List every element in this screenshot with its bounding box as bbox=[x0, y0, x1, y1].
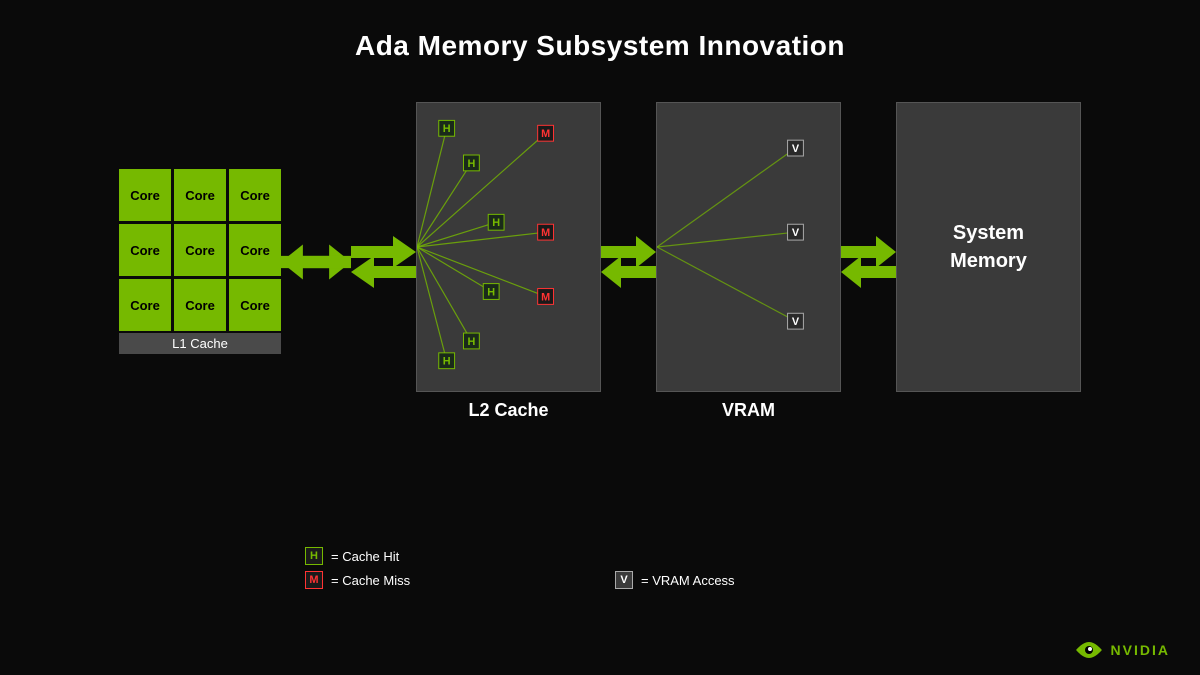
svg-text:V: V bbox=[792, 316, 800, 328]
arrow-vram-sysmem bbox=[841, 232, 896, 292]
legend-vram-item: V = VRAM Access bbox=[615, 571, 735, 589]
vram-label: VRAM bbox=[722, 400, 775, 421]
miss-badge: M bbox=[305, 571, 323, 589]
vram-box: V V V bbox=[656, 102, 841, 392]
legend-miss-item: M = Cache Miss bbox=[305, 571, 410, 589]
svg-text:V: V bbox=[792, 227, 800, 239]
cores-grid: Core Core Core Core Core Core Core Core … bbox=[119, 169, 281, 331]
l2-cache-label: L2 Cache bbox=[468, 400, 548, 421]
hit-text: = Cache Hit bbox=[331, 549, 399, 564]
hit-badge: H bbox=[305, 547, 323, 565]
system-memory-label: SystemMemory bbox=[950, 219, 1027, 275]
vram-wrapper: V V V VRAM bbox=[656, 102, 841, 421]
l1-cache-label: L1 Cache bbox=[119, 333, 281, 354]
sysmem-wrapper: SystemMemory placeholder bbox=[896, 102, 1081, 421]
svg-text:H: H bbox=[492, 217, 500, 229]
core-cell-8: Core bbox=[174, 279, 226, 331]
vram-badge: V bbox=[615, 571, 633, 589]
system-memory-box: SystemMemory bbox=[896, 102, 1081, 392]
miss-text: = Cache Miss bbox=[331, 573, 410, 588]
l2-wrapper: H H H H H H M M M L2 Cache bbox=[416, 102, 601, 421]
arrow-l2-vram bbox=[601, 232, 656, 292]
svg-text:H: H bbox=[467, 158, 475, 170]
svg-text:M: M bbox=[541, 291, 550, 303]
vram-legend: V = VRAM Access bbox=[615, 571, 735, 595]
svg-text:M: M bbox=[541, 227, 550, 239]
diagram-area: Core Core Core Core Core Core Core Core … bbox=[0, 102, 1200, 421]
nvidia-text: NVIDIA bbox=[1111, 642, 1170, 658]
svg-text:H: H bbox=[467, 336, 475, 348]
legend-hit-item: H = Cache Hit bbox=[305, 547, 410, 565]
arrow-cores-l2 bbox=[281, 237, 351, 287]
svg-text:H: H bbox=[443, 356, 451, 368]
nvidia-eye-icon bbox=[1075, 640, 1103, 660]
l2-cache-box: H H H H H H M M M bbox=[416, 102, 601, 392]
core-cell-2: Core bbox=[174, 169, 226, 221]
cores-section: Core Core Core Core Core Core Core Core … bbox=[119, 169, 281, 354]
core-cell-3: Core bbox=[229, 169, 281, 221]
svg-text:V: V bbox=[792, 143, 800, 155]
svg-text:H: H bbox=[487, 286, 495, 298]
arrow-cores-l2-better bbox=[351, 232, 416, 292]
svg-text:M: M bbox=[541, 128, 550, 140]
core-cell-1: Core bbox=[119, 169, 171, 221]
core-cell-5: Core bbox=[174, 224, 226, 276]
core-cell-4: Core bbox=[119, 224, 171, 276]
core-cell-7: Core bbox=[119, 279, 171, 331]
nvidia-logo: NVIDIA bbox=[1075, 640, 1170, 660]
core-cell-6: Core bbox=[229, 224, 281, 276]
svg-text:H: H bbox=[443, 123, 451, 135]
core-cell-9: Core bbox=[229, 279, 281, 331]
cache-legend: H = Cache Hit M = Cache Miss bbox=[305, 547, 410, 595]
vram-text: = VRAM Access bbox=[641, 573, 735, 588]
page-title: Ada Memory Subsystem Innovation bbox=[0, 0, 1200, 62]
